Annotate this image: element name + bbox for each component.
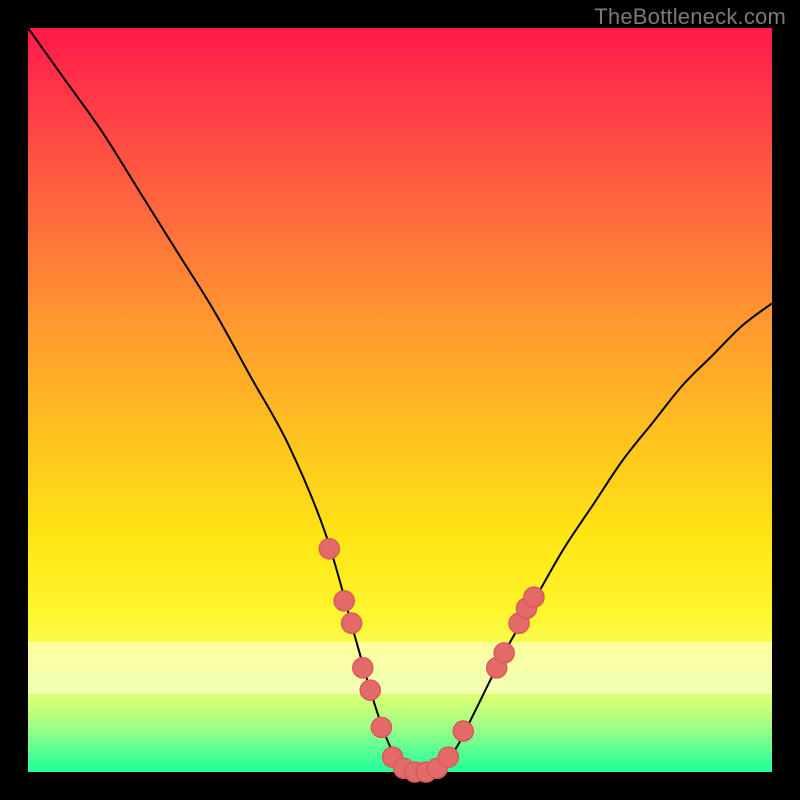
marker-dot bbox=[494, 643, 514, 663]
marker-dot bbox=[438, 747, 458, 767]
highlight-dots bbox=[319, 539, 544, 782]
marker-dot bbox=[453, 721, 473, 741]
watermark-text: TheBottleneck.com bbox=[594, 4, 786, 30]
marker-dot bbox=[342, 613, 362, 633]
marker-dot bbox=[353, 658, 373, 678]
curve-layer bbox=[28, 28, 772, 772]
bottleneck-curve bbox=[28, 28, 772, 773]
marker-dot bbox=[371, 717, 391, 737]
chart-frame: TheBottleneck.com bbox=[0, 0, 800, 800]
marker-dot bbox=[334, 591, 354, 611]
plot-area bbox=[28, 28, 772, 772]
marker-dot bbox=[319, 539, 339, 559]
marker-dot bbox=[524, 587, 544, 607]
marker-dot bbox=[360, 680, 380, 700]
